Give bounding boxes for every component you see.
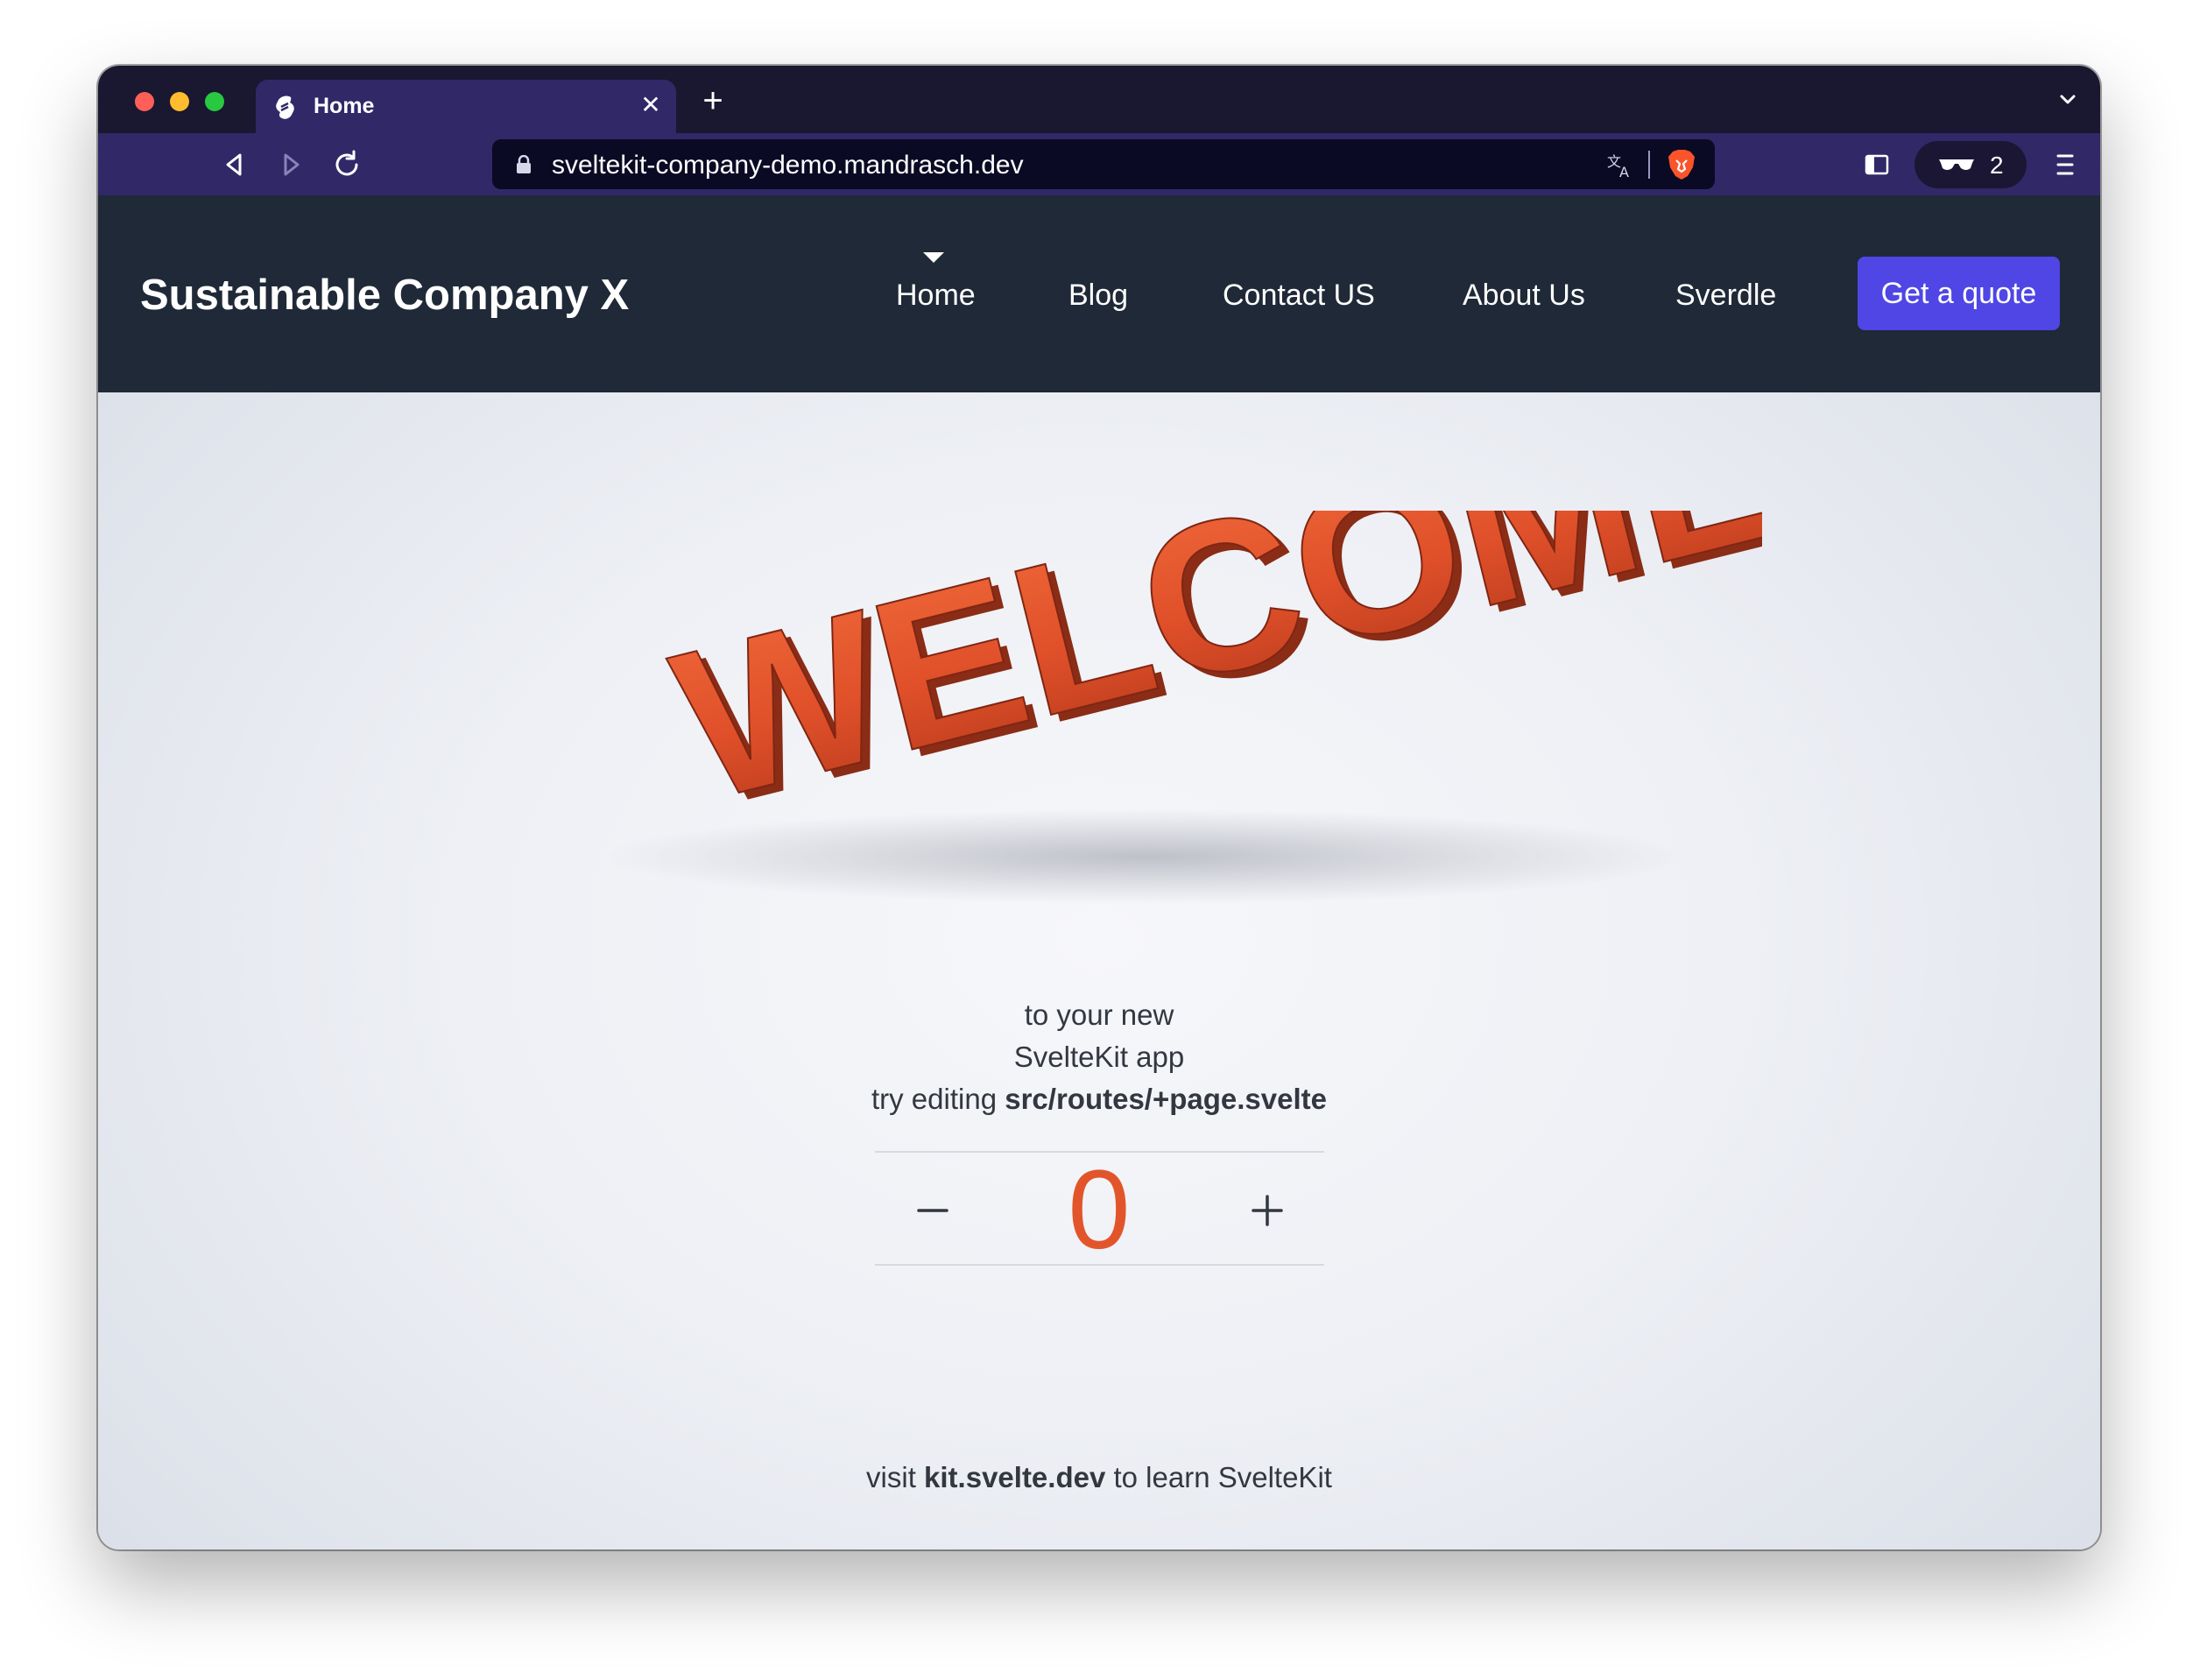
tagline-line-1: to your new [1024, 999, 1174, 1031]
svelte-kit-link[interactable]: kit.svelte.dev [924, 1461, 1105, 1493]
minus-icon[interactable] [908, 1186, 957, 1235]
svg-text:A: A [1619, 164, 1629, 180]
counter: 0 [875, 1147, 1324, 1273]
shields-count: 2 [1990, 152, 2004, 179]
active-nav-indicator [923, 252, 944, 263]
nav-link-home[interactable]: Home [896, 279, 976, 313]
tagline-line-3: try editing src/routes/+page.svelte [98, 1083, 2100, 1116]
tagline-line-2: SvelteKit app [1013, 1041, 1185, 1073]
close-icon[interactable]: ✕ [636, 90, 666, 120]
plus-icon[interactable]: + [695, 83, 730, 118]
lock-icon [517, 155, 531, 173]
welcome-lettering: WELCOME [655, 511, 1762, 846]
back-arrow-icon[interactable] [217, 147, 252, 182]
chevron-down-icon[interactable] [2053, 85, 2083, 115]
tab-home[interactable]: Home ✕ [256, 80, 676, 133]
close-window-button[interactable] [135, 92, 154, 111]
get-a-quote-button[interactable]: Get a quote [1858, 257, 2060, 330]
nav-link-about[interactable]: About Us [1463, 279, 1585, 313]
tagline-prefix: try editing [871, 1083, 1005, 1115]
site-header: Sustainable Company X Home Blog Contact … [98, 195, 2100, 392]
address-bar[interactable]: sveltekit-company-demo.mandrasch.dev 文 A [492, 139, 1715, 189]
tab-strip: Home ✕ + [98, 66, 2100, 133]
browser-toolbar: sveltekit-company-demo.mandrasch.dev 文 A… [98, 133, 2100, 195]
tab-title: Home [314, 94, 375, 118]
footer-text: visit kit.svelte.dev to learn SvelteKit [98, 1461, 2100, 1494]
svelte-icon [276, 95, 294, 119]
divider [1648, 151, 1650, 179]
counter-value: 0 [1068, 1147, 1131, 1273]
nav-link-contact[interactable]: Contact US [1223, 279, 1375, 313]
sidebar-icon[interactable] [1862, 150, 1892, 180]
welcome-image: WELCOME WELCOME [492, 511, 1762, 931]
page-content: Sustainable Company X Home Blog Contact … [98, 195, 2100, 1549]
reload-icon[interactable] [329, 147, 364, 182]
url-text[interactable]: sveltekit-company-demo.mandrasch.dev [552, 151, 1024, 180]
translate-icon[interactable]: 文 A [1606, 152, 1634, 180]
welcome-3d-lettering: WELCOME WELCOME [654, 511, 1762, 853]
plus-icon[interactable] [1243, 1186, 1292, 1235]
footer-suffix: to learn SvelteKit [1105, 1461, 1332, 1493]
footer-prefix: visit [866, 1461, 925, 1493]
site-brand[interactable]: Sustainable Company X [140, 271, 629, 320]
brave-lion-icon[interactable] [1666, 148, 1697, 181]
zoom-window-button[interactable] [205, 92, 224, 111]
code-path: src/routes/+page.svelte [1005, 1083, 1328, 1115]
minimize-window-button[interactable] [170, 92, 189, 111]
glasses-icon [1939, 159, 1974, 170]
hamburger-menu-icon[interactable] [2050, 149, 2080, 180]
shields-button[interactable]: 2 [1914, 141, 2027, 188]
forward-arrow-icon[interactable] [273, 147, 308, 182]
nav-link-sverdle[interactable]: Sverdle [1675, 279, 1776, 313]
browser-window: Home ✕ + sveltekit-company-demo.mandrasc… [98, 66, 2100, 1549]
nav-link-blog[interactable]: Blog [1068, 279, 1128, 313]
